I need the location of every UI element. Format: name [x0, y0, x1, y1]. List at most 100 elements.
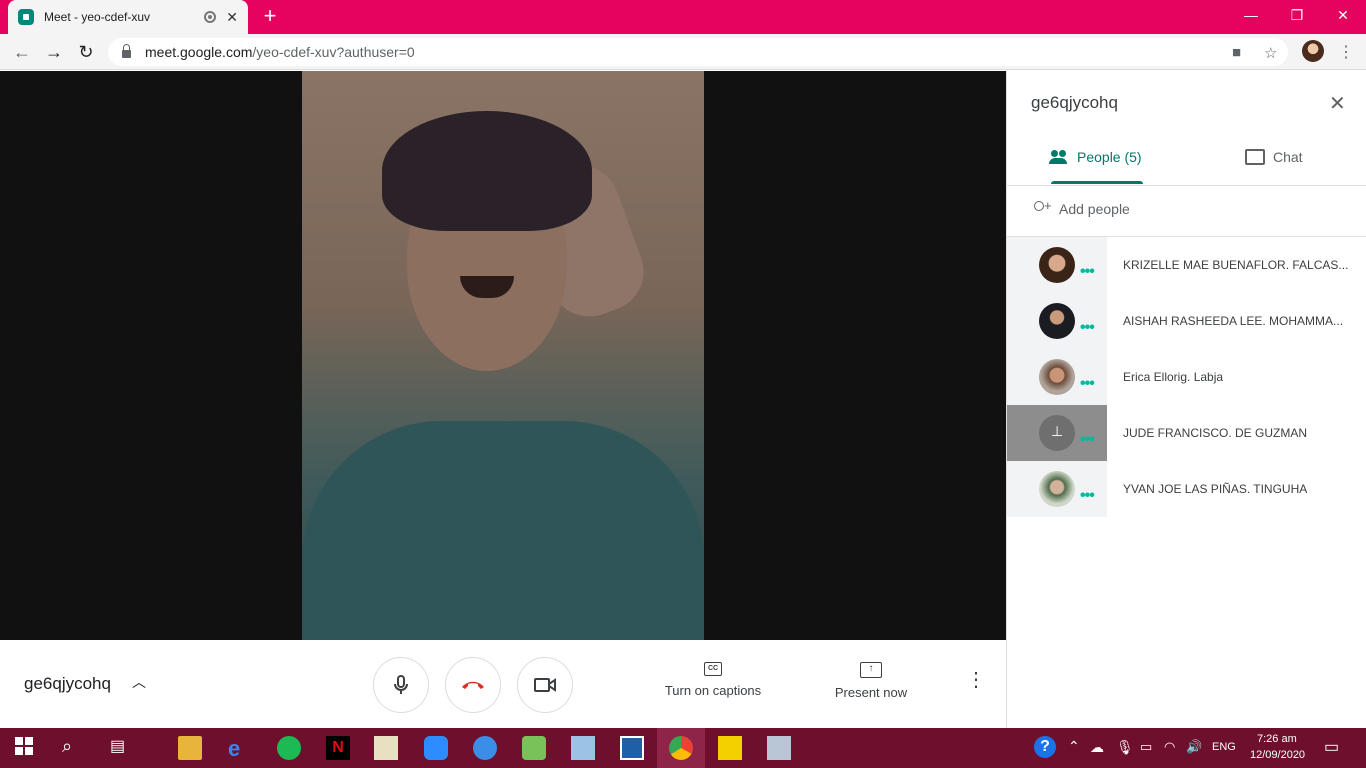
- participant-thumb: ⊥ •••: [1007, 405, 1107, 461]
- present-screen-icon: ↑: [860, 662, 882, 678]
- video-stage: [0, 71, 1006, 640]
- participant-name: AISHAH RASHEEDA LEE. MOHAMMA...: [1123, 314, 1344, 328]
- zoom-icon[interactable]: [424, 736, 448, 760]
- file-explorer-icon[interactable]: [178, 736, 202, 760]
- captions-label: Turn on captions: [664, 683, 762, 698]
- battery-icon[interactable]: ▭: [1140, 739, 1152, 755]
- panel-title: ge6qjycohq: [1031, 93, 1118, 112]
- add-person-icon: [1031, 198, 1053, 217]
- netflix-icon[interactable]: N: [326, 736, 350, 760]
- camera-button[interactable]: [517, 657, 573, 713]
- profile-avatar[interactable]: [1302, 40, 1324, 62]
- participant-thumb: •••: [1007, 293, 1107, 349]
- speaking-indicator-icon: •••: [1080, 431, 1095, 448]
- participant-thumb: •••: [1007, 349, 1107, 405]
- tab-chat[interactable]: Chat: [1245, 149, 1303, 165]
- participant-name: Erica Ellorig. Labja: [1123, 370, 1224, 384]
- forward-button[interactable]: →: [42, 40, 66, 64]
- browser-tab-strip: Meet - yeo-cdef-xuv ✕ + — ❐ ✕: [0, 0, 1366, 34]
- microphone-button[interactable]: [373, 657, 429, 713]
- help-icon[interactable]: ?: [1034, 736, 1056, 758]
- avatar: [1039, 247, 1075, 283]
- add-people-label: Add people: [1059, 201, 1130, 217]
- notifications-icon[interactable]: ▭: [1324, 737, 1339, 757]
- leave-call-button[interactable]: [445, 657, 501, 713]
- url-path: /yeo-cdef-xuv?authuser=0: [252, 44, 415, 60]
- divider: [1007, 185, 1366, 186]
- minimize-button[interactable]: —: [1228, 0, 1274, 30]
- pin-icon[interactable]: ⊥: [1051, 423, 1063, 440]
- hang-up-icon: [462, 681, 484, 689]
- present-now-button[interactable]: ↑ Present now: [828, 662, 914, 700]
- paint-app-icon[interactable]: [571, 736, 595, 760]
- video-figure-hair: [382, 111, 592, 231]
- search-icon[interactable]: ⌕: [62, 736, 86, 760]
- participant-row[interactable]: ••• Erica Ellorig. Labja: [1007, 349, 1366, 405]
- microphone-icon[interactable]: 🎙: [1116, 739, 1134, 756]
- chat-icon: [1245, 149, 1265, 165]
- tab-title: Meet - yeo-cdef-xuv: [44, 10, 151, 24]
- close-panel-icon[interactable]: ✕: [1329, 91, 1346, 116]
- chrome-icon[interactable]: [669, 736, 693, 760]
- more-options-icon[interactable]: ⋮: [966, 670, 986, 690]
- window-close-button[interactable]: ✕: [1320, 0, 1366, 30]
- participant-row[interactable]: ⊥ ••• JUDE FRANCISCO. DE GUZMAN: [1007, 405, 1366, 461]
- participant-row[interactable]: ••• KRIZELLE MAE BUENAFLOR. FALCAS...: [1007, 237, 1366, 293]
- android-app-icon[interactable]: [522, 736, 546, 760]
- captions-button[interactable]: CC Turn on captions: [660, 662, 766, 698]
- avatar: [1039, 303, 1075, 339]
- speaking-indicator-icon: •••: [1080, 487, 1095, 504]
- participant-thumb: •••: [1007, 461, 1107, 517]
- window-app-icon[interactable]: [620, 736, 644, 760]
- clock-time[interactable]: 7:26 am: [1257, 733, 1297, 745]
- spotify-icon[interactable]: [277, 736, 301, 760]
- reload-button[interactable]: ↻: [74, 40, 98, 64]
- video-camera-icon: [534, 678, 556, 692]
- avatar: [1039, 471, 1075, 507]
- tab-people-label: People (5): [1077, 149, 1142, 165]
- video-figure-shirt: [302, 421, 704, 640]
- active-tab-indicator: [1051, 181, 1143, 184]
- onedrive-icon[interactable]: ☁: [1090, 739, 1104, 756]
- language-indicator[interactable]: ENG: [1212, 741, 1236, 753]
- browser-menu-icon[interactable]: ⋮: [1338, 42, 1354, 62]
- meet-favicon-icon: [18, 9, 34, 25]
- windows-start-icon[interactable]: [14, 736, 38, 760]
- tab-people[interactable]: People (5): [1049, 149, 1142, 165]
- sync-app-icon[interactable]: [473, 736, 497, 760]
- avatar: [1039, 359, 1075, 395]
- photos-app-icon[interactable]: [767, 736, 791, 760]
- windows-taskbar: ⌕ ▤ e N ? ⌃ ☁ 🎙 ▭ ◠ 🔊 ENG 7:26 am 12/09/…: [0, 728, 1366, 768]
- notepad-app-icon[interactable]: [374, 736, 398, 760]
- restore-button[interactable]: ❐: [1274, 0, 1320, 30]
- speaking-indicator-icon: •••: [1080, 263, 1095, 280]
- participant-name: KRIZELLE MAE BUENAFLOR. FALCAS...: [1123, 258, 1349, 272]
- url-host: meet.google.com: [145, 44, 253, 60]
- sticky-notes-icon[interactable]: [718, 736, 742, 760]
- speaking-indicator-icon: •••: [1080, 319, 1095, 336]
- new-tab-button[interactable]: +: [258, 4, 282, 28]
- chevron-up-icon[interactable]: ︿: [132, 672, 146, 692]
- clock-date[interactable]: 12/09/2020: [1250, 749, 1305, 761]
- tab-chat-label: Chat: [1273, 149, 1303, 165]
- tab-close-icon[interactable]: ✕: [226, 9, 238, 26]
- participant-row[interactable]: ••• YVAN JOE LAS PIÑAS. TINGUHA: [1007, 461, 1366, 517]
- address-bar[interactable]: meet.google.com /yeo-cdef-xuv?authuser=0…: [108, 38, 1288, 66]
- volume-icon[interactable]: 🔊: [1186, 739, 1202, 755]
- bookmark-star-icon[interactable]: ☆: [1264, 44, 1277, 62]
- add-people-button[interactable]: Add people: [1031, 198, 1130, 217]
- wifi-icon[interactable]: ◠: [1164, 739, 1175, 755]
- edge-icon[interactable]: e: [228, 736, 252, 761]
- present-label: Present now: [834, 685, 908, 700]
- participant-thumb: •••: [1007, 237, 1107, 293]
- back-button[interactable]: ←: [10, 40, 34, 64]
- participant-row[interactable]: ••• AISHAH RASHEEDA LEE. MOHAMMA...: [1007, 293, 1366, 349]
- people-icon: [1049, 150, 1069, 164]
- microphone-icon: [394, 675, 408, 694]
- task-view-icon[interactable]: ▤: [110, 736, 134, 760]
- browser-tab[interactable]: Meet - yeo-cdef-xuv ✕: [8, 0, 248, 34]
- closed-captions-icon: CC: [704, 662, 722, 676]
- camera-in-use-icon[interactable]: ■: [1232, 44, 1241, 61]
- meeting-details-label[interactable]: ge6qjycohq: [24, 674, 111, 694]
- chevron-up-icon[interactable]: ⌃: [1068, 738, 1080, 755]
